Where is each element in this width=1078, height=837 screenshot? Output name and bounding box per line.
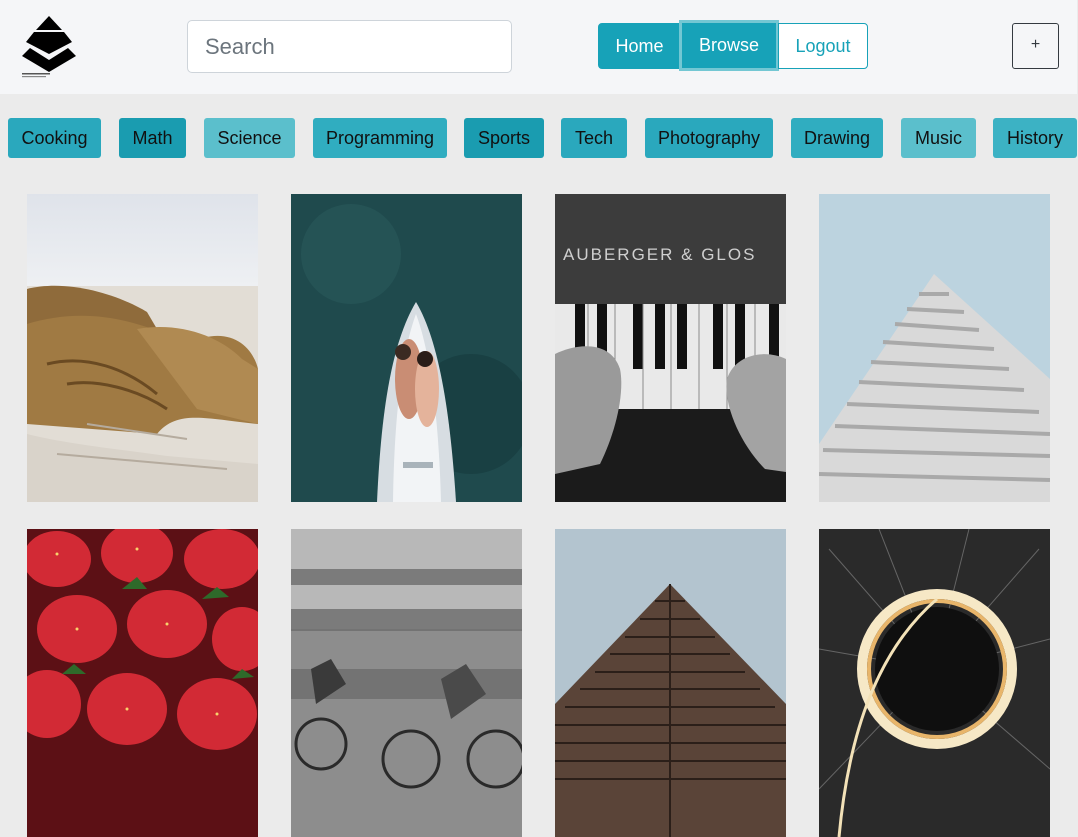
category-programming[interactable]: Programming	[313, 118, 447, 158]
category-music[interactable]: Music	[901, 118, 976, 158]
photo-card-light-ring[interactable]	[819, 529, 1050, 837]
photo-card-strawberries[interactable]	[27, 529, 258, 837]
piano-brand-text: AUBERGER & GLOS	[563, 245, 756, 264]
category-cooking[interactable]: Cooking	[8, 118, 101, 158]
photo-card-building[interactable]	[819, 194, 1050, 502]
photo-card-cyclists[interactable]	[291, 529, 522, 837]
category-history[interactable]: History	[993, 118, 1077, 158]
category-math[interactable]: Math	[119, 118, 186, 158]
category-tech[interactable]: Tech	[561, 118, 627, 158]
photo-card-walruses[interactable]	[27, 194, 258, 502]
nav-logout-button[interactable]: Logout	[778, 23, 868, 69]
photo-card-tower[interactable]	[555, 529, 786, 837]
nav-browse-button[interactable]: Browse	[679, 20, 779, 71]
category-photography[interactable]: Photography	[645, 118, 773, 158]
category-sports[interactable]: Sports	[464, 118, 544, 158]
nav-home-button[interactable]: Home	[598, 23, 681, 69]
photo-card-piano[interactable]: AUBERGER & GLOS	[555, 194, 786, 502]
category-science[interactable]: Science	[204, 118, 295, 158]
add-button[interactable]: +	[1012, 23, 1059, 69]
brand-logo[interactable]	[20, 14, 78, 78]
search-input[interactable]	[187, 20, 512, 73]
photo-card-boat[interactable]	[291, 194, 522, 502]
top-navbar: Home Browse Logout +	[0, 0, 1077, 94]
category-drawing[interactable]: Drawing	[791, 118, 883, 158]
